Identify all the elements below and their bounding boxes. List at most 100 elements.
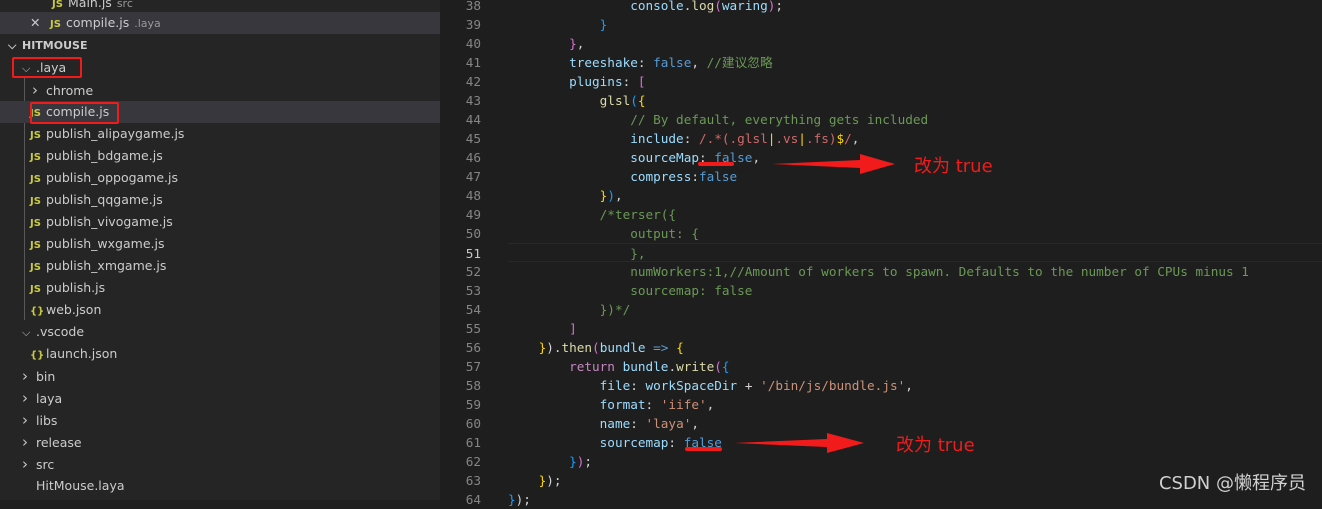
code-token: log bbox=[691, 0, 715, 13]
code-token: $ bbox=[836, 131, 845, 146]
code-line: 55 ] bbox=[440, 319, 1322, 338]
code-token: : bbox=[668, 435, 684, 450]
line-number: 48 bbox=[465, 188, 481, 203]
line-number: 52 bbox=[465, 264, 481, 279]
code-token: bundle bbox=[599, 340, 646, 355]
tree-item[interactable]: JS publish_bdgame.js bbox=[0, 145, 440, 167]
tree-item[interactable]: › chrome bbox=[0, 79, 440, 101]
code-token: sourcemap: false bbox=[630, 283, 753, 298]
tree-item-label: release bbox=[36, 435, 82, 450]
code-token: name bbox=[599, 416, 631, 431]
code-token: , bbox=[691, 55, 707, 70]
code-line: 58 file: workSpaceDir + '/bin/js/bundle.… bbox=[440, 376, 1322, 395]
workspace-header[interactable]: ⌵ HITMOUSE bbox=[0, 35, 440, 57]
code-token: { bbox=[721, 359, 730, 374]
code-text: format: 'iife', bbox=[508, 395, 715, 414]
tree-item[interactable]: {} web.json bbox=[0, 299, 440, 321]
code-token: : bbox=[691, 169, 699, 184]
annotation-note: 改为 true bbox=[896, 435, 975, 456]
code-text: ] bbox=[508, 319, 577, 338]
json-file-icon: {} bbox=[30, 306, 45, 317]
tree-item[interactable]: JS publish_qqgame.js bbox=[0, 189, 440, 211]
open-editor-compile-js[interactable]: ✕ JS compile.js .laya bbox=[0, 12, 440, 34]
code-token: , bbox=[691, 416, 699, 431]
code-text: glsl({ bbox=[508, 91, 646, 110]
line-number: 42 bbox=[465, 74, 481, 89]
code-token: } bbox=[599, 17, 608, 32]
tree-item-label: publish_xmgame.js bbox=[46, 258, 167, 273]
tree-item[interactable]: › libs bbox=[0, 409, 440, 431]
tree-item[interactable]: JS publish_xmgame.js bbox=[0, 255, 440, 277]
chevron-down-icon: ⌵ bbox=[8, 39, 17, 52]
tree-item[interactable]: JS publish.js bbox=[0, 277, 440, 299]
code-token: include bbox=[630, 131, 684, 146]
js-file-icon: JS bbox=[30, 196, 41, 207]
code-token: ). bbox=[546, 340, 562, 355]
tree-item[interactable]: JS publish_alipaygame.js bbox=[0, 123, 440, 145]
code-token: | bbox=[798, 131, 806, 146]
tree-item-label: publish_oppogame.js bbox=[46, 170, 179, 185]
js-file-icon: JS bbox=[30, 240, 41, 251]
code-token: , bbox=[851, 131, 860, 146]
code-token: ; bbox=[584, 454, 593, 469]
tree-item[interactable]: ⌵ .vscode bbox=[0, 321, 440, 343]
code-line: 45 include: /.*(.glsl|.vs|.fs)$/, bbox=[440, 129, 1322, 148]
tree-item-label: laya bbox=[36, 391, 63, 406]
code-line: 40 }, bbox=[440, 34, 1322, 53]
line-number: 41 bbox=[465, 55, 481, 70]
code-token: numWorkers:1,//Amount of workers to spaw… bbox=[630, 264, 1249, 279]
code-token: })*/ bbox=[599, 302, 631, 317]
tree-item-label: launch.json bbox=[46, 346, 118, 361]
code-line: 41 treeshake: false, //建议忽略 bbox=[440, 53, 1322, 72]
code-line: 56 }).then(bundle => { bbox=[440, 338, 1322, 357]
tree-item[interactable]: HitMouse.laya bbox=[0, 475, 440, 497]
code-token: false bbox=[698, 169, 738, 184]
chevron-right-icon: › bbox=[22, 367, 28, 385]
code-text: }); bbox=[508, 471, 562, 490]
line-number: 62 bbox=[465, 454, 481, 469]
code-text: }), bbox=[508, 186, 623, 205]
code-line: 60 name: 'laya', bbox=[440, 414, 1322, 433]
arrow-icon bbox=[734, 433, 864, 453]
tree-item[interactable]: › release bbox=[0, 431, 440, 453]
code-token: /.*(.glsl bbox=[698, 131, 768, 146]
tree-item-label: bin bbox=[36, 369, 56, 384]
line-number: 47 bbox=[465, 169, 481, 184]
code-line: 48 }), bbox=[440, 186, 1322, 205]
code-token: /*terser({ bbox=[599, 207, 677, 222]
line-number: 43 bbox=[465, 93, 481, 108]
code-token: file bbox=[599, 378, 631, 393]
code-text: plugins: [ bbox=[508, 72, 645, 91]
code-token: ( bbox=[714, 359, 722, 374]
code-token: } bbox=[569, 454, 577, 469]
code-line: 52 numWorkers:1,//Amount of workers to s… bbox=[440, 262, 1322, 281]
code-editor[interactable]: 38 console.log(waring); 39 } 40 }, 41 trees… bbox=[440, 0, 1322, 507]
code-token: .vs bbox=[775, 131, 799, 146]
tree-item[interactable]: JS publish_oppogame.js bbox=[0, 167, 440, 189]
code-token: false bbox=[653, 55, 692, 70]
tree-item-label: publish_qqgame.js bbox=[46, 192, 163, 207]
code-text: include: /.*(.glsl|.vs|.fs)$/, bbox=[508, 129, 859, 148]
tree-item[interactable]: › bin bbox=[0, 365, 440, 387]
code-line: 57 return bundle.write({ bbox=[440, 357, 1322, 376]
code-token: 'iife' bbox=[660, 397, 707, 412]
line-number: 49 bbox=[465, 207, 481, 222]
code-token: console bbox=[630, 0, 684, 13]
tree-item[interactable]: › src bbox=[0, 453, 440, 475]
chevron-right-icon: › bbox=[22, 433, 28, 451]
tree-item[interactable]: {} launch.json bbox=[0, 343, 440, 365]
code-token: , bbox=[614, 188, 623, 203]
js-file-icon: JS bbox=[30, 130, 41, 141]
line-number: 57 bbox=[465, 359, 481, 374]
code-token: ] bbox=[569, 321, 577, 336]
code-token: output: { bbox=[630, 226, 699, 241]
line-number: 61 bbox=[465, 435, 481, 450]
code-token: => bbox=[645, 340, 677, 355]
code-token: '/bin/js/bundle.js' bbox=[760, 378, 906, 393]
tree-item-label: chrome bbox=[46, 83, 94, 98]
tree-item[interactable]: JS publish_vivogame.js bbox=[0, 211, 440, 233]
tree-item[interactable]: › laya bbox=[0, 387, 440, 409]
annotation-note: 改为 true bbox=[914, 156, 993, 177]
close-icon[interactable]: ✕ bbox=[30, 12, 50, 34]
tree-item[interactable]: JS publish_wxgame.js bbox=[0, 233, 440, 255]
